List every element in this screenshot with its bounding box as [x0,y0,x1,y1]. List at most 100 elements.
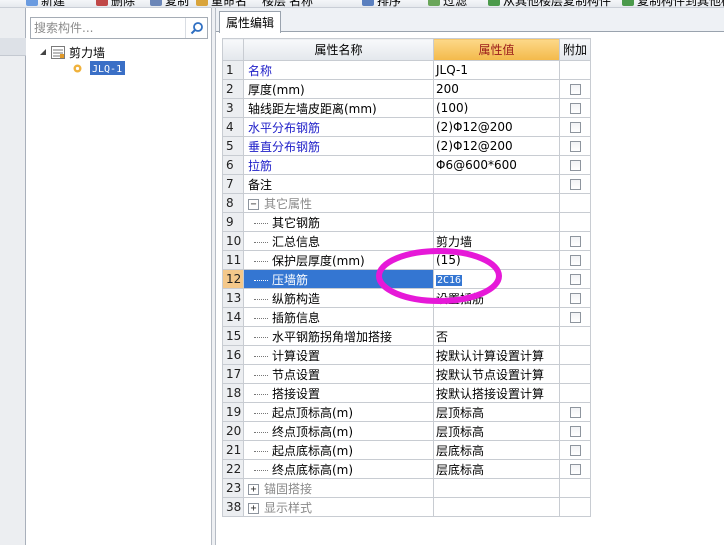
property-value-cell[interactable] [433,174,560,194]
toolbar-copy-from-floor-button[interactable]: 从其他楼层复制构件 [488,0,611,7]
search-button[interactable] [185,18,207,38]
table-row[interactable]: 9 其它钢筋 [222,212,591,232]
property-name-cell[interactable]: + 显示样式 [243,497,434,517]
property-value-cell[interactable] [433,212,560,232]
property-name-cell[interactable]: 纵筋构造 [243,288,434,308]
property-name-cell[interactable]: 垂直分布钢筋 [243,136,434,156]
attach-checkbox[interactable] [569,141,581,152]
table-row[interactable]: 10 汇总信息 剪力墙 [222,231,591,251]
toolbar-floor-label[interactable]: 楼层 名称 [262,0,313,7]
table-row[interactable]: 38 + 显示样式 [222,497,591,517]
property-name-cell[interactable]: 名称 [243,60,434,80]
property-value-cell[interactable]: JLQ-1 [433,60,560,80]
table-row[interactable]: 20 终点顶标高(m) 层顶标高 [222,421,591,441]
table-row[interactable]: 17 节点设置 按默认节点设置计算 [222,364,591,384]
table-row[interactable]: 14 插筋信息 [222,307,591,327]
table-row[interactable]: 15 水平钢筋拐角增加搭接 否 [222,326,591,346]
attach-checkbox[interactable] [569,293,581,304]
table-row[interactable]: 8− 其它属性 [222,193,591,213]
table-row[interactable]: 1 名称 JLQ-1 [222,60,591,80]
property-value-cell[interactable]: 层底标高 [433,459,560,479]
property-value-cell[interactable]: 否 [433,326,560,346]
tree-node-jlq-1[interactable]: JLQ-1 [71,60,126,76]
property-name-cell[interactable]: 汇总信息 [243,231,434,251]
tree-collapse-arrow-icon[interactable] [39,48,47,56]
property-name-cell[interactable]: 轴线距左墙皮距离(mm) [243,98,434,118]
property-name-cell[interactable]: 起点底标高(m) [243,440,434,460]
property-name-cell[interactable]: − 其它属性 [243,193,434,213]
property-value-cell[interactable]: 200 [433,79,560,99]
attach-checkbox[interactable] [569,445,581,456]
toolbar-new-button[interactable]: 新建 [26,0,65,7]
property-name-cell[interactable]: 厚度(mm) [243,79,434,99]
attach-checkbox[interactable] [569,84,581,95]
property-name-cell[interactable]: 插筋信息 [243,307,434,327]
table-row[interactable]: 5 垂直分布钢筋 (2)Φ12@200 [222,136,591,156]
table-row[interactable]: 7 备注 [222,174,591,194]
property-value-cell[interactable]: 层底标高 [433,440,560,460]
attach-checkbox[interactable] [569,103,581,114]
table-row[interactable]: 2 厚度(mm) 200 [222,79,591,99]
property-name-cell[interactable]: 拉筋 [243,155,434,175]
table-row[interactable]: 18 搭接设置 按默认搭接设置计算 [222,383,591,403]
property-name-cell[interactable]: 水平钢筋拐角增加搭接 [243,326,434,346]
table-row[interactable]: 6 拉筋 Φ6@600*600 [222,155,591,175]
property-value-cell[interactable] [433,193,560,213]
toolbar-filter-button[interactable]: 过滤 [428,0,467,7]
property-value-cell[interactable]: 设置插筋 [433,288,560,308]
attach-checkbox[interactable] [569,426,581,437]
property-value-input[interactable]: 2C16 [433,269,560,289]
property-name-cell[interactable]: 其它钢筋 [243,212,434,232]
toolbar-copy-to-floor-button[interactable]: 复制构件到其他楼层 [622,0,724,7]
property-value-cell[interactable]: 剪力墙 [433,231,560,251]
toolbar-delete-button[interactable]: 删除 [96,0,135,7]
property-value-cell[interactable]: 层顶标高 [433,421,560,441]
attach-checkbox[interactable] [569,236,581,247]
property-name-cell[interactable]: 终点底标高(m) [243,459,434,479]
expand-icon[interactable]: + [248,502,259,514]
property-value-cell[interactable]: (100) [433,98,560,118]
property-name-cell[interactable]: 水平分布钢筋 [243,117,434,137]
table-row[interactable]: 13 纵筋构造 设置插筋 [222,288,591,308]
property-name-cell[interactable]: 起点顶标高(m) [243,402,434,422]
property-value-cell[interactable] [433,307,560,327]
property-value-cell[interactable]: (15) [433,250,560,270]
property-name-cell[interactable]: 备注 [243,174,434,194]
property-value-cell[interactable]: Φ6@600*600 [433,155,560,175]
property-name-cell[interactable]: 保护层厚度(mm) [243,250,434,270]
attach-checkbox[interactable] [569,179,581,190]
table-row[interactable]: 23 + 锚固搭接 [222,478,591,498]
property-value-cell[interactable] [433,478,560,498]
table-row[interactable]: 3 轴线距左墙皮距离(mm) (100) [222,98,591,118]
tab-property-edit[interactable]: 属性编辑 [219,11,282,33]
property-value-cell[interactable]: 按默认节点设置计算 [433,364,560,384]
toolbar-sort-button[interactable]: 排序 [362,0,401,7]
property-name-cell[interactable]: 搭接设置 [243,383,434,403]
property-value-cell[interactable]: 按默认计算设置计算 [433,345,560,365]
table-row[interactable]: 11 保护层厚度(mm) (15) [222,250,591,270]
table-row[interactable]: 4 水平分布钢筋 (2)Φ12@200 [222,117,591,137]
toolbar-rename-button[interactable]: 重命名 [196,0,247,7]
property-name-cell[interactable]: 压墙筋 [243,269,434,289]
tree-node-shear-wall[interactable]: 剪力墙 [39,44,105,60]
attach-checkbox[interactable] [569,274,581,285]
property-name-cell[interactable]: + 锚固搭接 [243,478,434,498]
table-row[interactable]: 12 压墙筋 2C16 [222,269,591,289]
attach-checkbox[interactable] [569,312,581,323]
property-value-cell[interactable] [433,497,560,517]
property-value-cell[interactable]: (2)Φ12@200 [433,136,560,156]
table-row[interactable]: 16 计算设置 按默认计算设置计算 [222,345,591,365]
table-row[interactable]: 22 终点底标高(m) 层底标高 [222,459,591,479]
attach-checkbox[interactable] [569,160,581,171]
property-value-cell[interactable]: (2)Φ12@200 [433,117,560,137]
attach-checkbox[interactable] [569,255,581,266]
property-name-cell[interactable]: 终点顶标高(m) [243,421,434,441]
table-row[interactable]: 21 起点底标高(m) 层底标高 [222,440,591,460]
table-row[interactable]: 19 起点顶标高(m) 层顶标高 [222,402,591,422]
attach-checkbox[interactable] [569,122,581,133]
collapse-icon[interactable]: − [248,198,259,210]
toolbar-copy-button[interactable]: 复制 [150,0,189,7]
property-value-cell[interactable]: 层顶标高 [433,402,560,422]
search-input[interactable] [31,18,185,38]
property-value-cell[interactable]: 按默认搭接设置计算 [433,383,560,403]
